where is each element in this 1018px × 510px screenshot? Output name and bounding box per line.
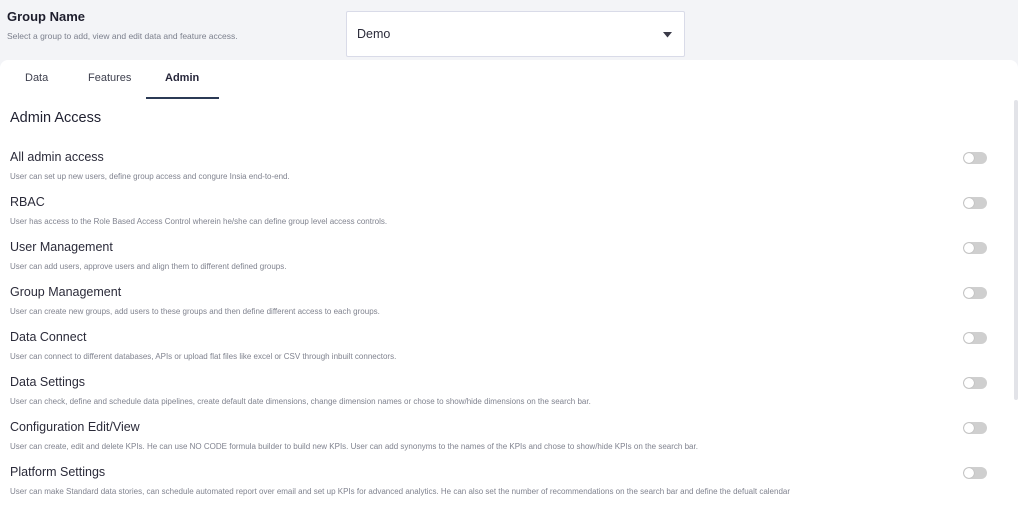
- permission-row-configuration-edit-view: Configuration Edit/View User can create,…: [0, 420, 1000, 460]
- toggle-knob: [964, 333, 974, 343]
- permission-description: User can create, edit and delete KPIs. H…: [10, 442, 698, 451]
- admin-access-panel: Data Features Admin Admin Access All adm…: [0, 60, 1018, 510]
- tab-admin[interactable]: Admin: [165, 72, 199, 84]
- group-name-help-text: Select a group to add, view and edit dat…: [7, 31, 238, 41]
- toggle-knob: [964, 198, 974, 208]
- chevron-down-icon: [663, 32, 672, 38]
- permission-description: User can add users, approve users and al…: [10, 262, 287, 271]
- permission-row-data-connect: Data Connect User can connect to differe…: [0, 330, 1000, 370]
- permission-description: User can check, define and schedule data…: [10, 397, 591, 406]
- toggle-knob: [964, 153, 974, 163]
- permission-description: User can make Standard data stories, can…: [10, 487, 791, 496]
- tab-features[interactable]: Features: [88, 72, 131, 84]
- permission-description: User can connect to different databases,…: [10, 352, 397, 361]
- tab-data[interactable]: Data: [25, 72, 48, 84]
- toggle-knob: [964, 468, 974, 478]
- scrollbar[interactable]: [1014, 100, 1018, 400]
- permission-row-group-management: Group Management User can create new gro…: [0, 285, 1000, 325]
- permission-title: User Management: [10, 240, 113, 254]
- permission-row-user-management: User Management User can add users, appr…: [0, 240, 1000, 280]
- toggle-knob: [964, 288, 974, 298]
- group-name-label: Group Name: [7, 9, 86, 24]
- configuration-edit-view-toggle[interactable]: [963, 422, 987, 434]
- user-management-toggle[interactable]: [963, 242, 987, 254]
- platform-settings-toggle[interactable]: [963, 467, 987, 479]
- active-tab-indicator: [146, 97, 219, 99]
- permission-title: Platform Settings: [10, 465, 106, 479]
- permission-description: User can set up new users, define group …: [10, 172, 290, 181]
- permission-row-data-settings: Data Settings User can check, define and…: [0, 375, 1000, 415]
- all-admin-access-toggle[interactable]: [963, 152, 987, 164]
- tab-bar: Data Features Admin: [0, 60, 400, 100]
- toggle-knob: [964, 423, 974, 433]
- permission-description: User can create new groups, add users to…: [10, 307, 380, 316]
- rbac-toggle[interactable]: [963, 197, 987, 209]
- permission-title: Configuration Edit/View: [10, 420, 140, 434]
- data-connect-toggle[interactable]: [963, 332, 987, 344]
- permission-title: Data Settings: [10, 375, 86, 389]
- toggle-knob: [964, 243, 974, 253]
- group-select-dropdown[interactable]: Demo: [346, 11, 685, 57]
- group-header: Group Name Select a group to add, view a…: [0, 0, 1018, 62]
- group-management-toggle[interactable]: [963, 287, 987, 299]
- group-select-value: Demo: [357, 27, 391, 41]
- section-title: Admin Access: [10, 110, 102, 126]
- permission-title: Group Management: [10, 285, 122, 299]
- data-settings-toggle[interactable]: [963, 377, 987, 389]
- permission-description: User has access to the Role Based Access…: [10, 217, 388, 226]
- permission-row-rbac: RBAC User has access to the Role Based A…: [0, 195, 1000, 235]
- permission-row-platform-settings: Platform Settings User can make Standard…: [0, 465, 1000, 505]
- toggle-knob: [964, 378, 974, 388]
- permission-row-all-admin-access: All admin access User can set up new use…: [0, 150, 1000, 190]
- permission-title: All admin access: [10, 150, 104, 164]
- permission-title: RBAC: [10, 195, 45, 209]
- permission-title: Data Connect: [10, 330, 87, 344]
